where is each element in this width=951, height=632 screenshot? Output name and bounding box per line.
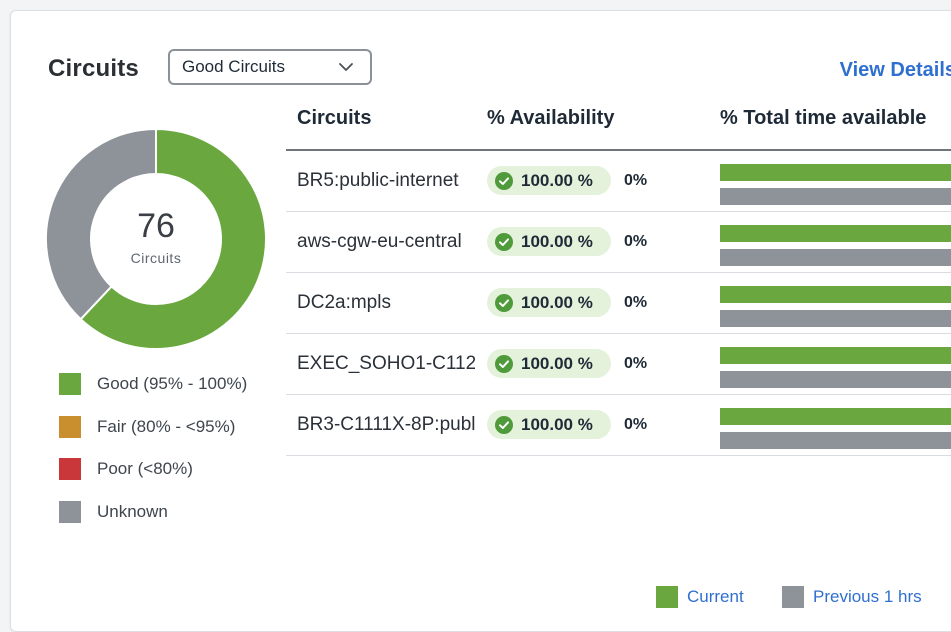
circuits-table: Circuits % Availability % Total time ava…	[286, 105, 951, 456]
legend-item-fair: Fair (80% - <95%)	[59, 415, 247, 438]
availability-value: 100.00 %	[521, 292, 593, 312]
availability-value: 100.00 %	[521, 353, 593, 373]
legend-swatch-unknown	[59, 500, 81, 523]
check-circle-icon	[495, 171, 513, 190]
legend-current[interactable]: Current	[656, 586, 744, 608]
column-header-total-time: % Total time available	[720, 107, 927, 129]
legend-swatch-good	[59, 373, 81, 395]
table-row[interactable]: EXEC_SOHO1-C1121 100.00 % 0%	[286, 334, 951, 395]
legend-label-poor: Poor (<80%)	[97, 459, 193, 478]
availability-change: 0%	[624, 233, 648, 250]
column-header-circuits: Circuits	[297, 107, 372, 129]
legend-swatch-poor	[59, 458, 81, 480]
availability-value: 100.00 %	[521, 231, 593, 251]
check-circle-icon	[495, 354, 513, 373]
legend-swatch-fair	[59, 415, 81, 438]
legend-label-unknown: Unknown	[97, 501, 168, 521]
availability-badge: 100.00 %	[487, 349, 611, 378]
circuit-name: DC2a:mpls	[297, 292, 391, 313]
availability-badge: 100.00 %	[487, 166, 611, 195]
availability-value: 100.00 %	[521, 170, 593, 190]
availability-change: 0%	[624, 294, 648, 311]
previous-time-bar	[720, 188, 951, 205]
table-row[interactable]: BR5:public-internet 100.00 % 0%	[286, 151, 951, 212]
column-header-availability: % Availability	[487, 107, 615, 129]
legend-swatch-current	[656, 586, 678, 608]
donut-total: 76	[137, 206, 175, 245]
donut-label: Circuits	[130, 249, 182, 266]
circuit-name: EXEC_SOHO1-C1121	[297, 353, 475, 374]
availability-value: 100.00 %	[521, 414, 593, 434]
circuits-donut-chart: 76 Circuits	[45, 127, 267, 350]
card-title: Circuits	[48, 55, 139, 82]
availability-badge: 100.00 %	[487, 227, 611, 256]
legend-previous[interactable]: Previous 1 hrs	[782, 586, 922, 608]
current-time-bar	[720, 408, 951, 425]
availability-change: 0%	[624, 355, 648, 372]
legend-item-poor: Poor (<80%)	[59, 458, 247, 480]
check-circle-icon	[495, 232, 513, 251]
current-time-bar	[720, 286, 951, 303]
table-row[interactable]: DC2a:mpls 100.00 % 0%	[286, 273, 951, 334]
availability-change: 0%	[624, 416, 648, 433]
legend-swatch-previous	[782, 586, 804, 608]
view-details-link[interactable]: View Details	[840, 59, 951, 82]
circuits-card: Circuits Good Circuits View Details 76 C…	[10, 10, 951, 632]
availability-change: 0%	[624, 172, 648, 189]
legend-label-fair: Fair (80% - <95%)	[97, 416, 236, 436]
legend-item-unknown: Unknown	[59, 500, 247, 523]
status-legend: Good (95% - 100%) Fair (80% - <95%) Poor…	[59, 373, 247, 543]
circuit-name: BR3-C1111X-8P:public	[297, 414, 475, 435]
current-time-bar	[720, 347, 951, 364]
check-circle-icon	[495, 293, 513, 312]
circuit-filter-dropdown[interactable]: Good Circuits	[168, 49, 372, 85]
table-header: Circuits % Availability % Total time ava…	[286, 105, 951, 151]
current-time-bar	[720, 164, 951, 181]
check-circle-icon	[495, 415, 513, 434]
table-row[interactable]: BR3-C1111X-8P:public 100.00 % 0%	[286, 395, 951, 456]
availability-badge: 100.00 %	[487, 410, 611, 439]
legend-item-good: Good (95% - 100%)	[59, 373, 247, 395]
dropdown-value: Good Circuits	[182, 57, 285, 76]
legend-label-current: Current	[687, 587, 744, 606]
donut-center: 76 Circuits	[46, 129, 266, 349]
circuit-name: aws-cgw-eu-central	[297, 231, 462, 252]
chevron-down-icon	[339, 63, 353, 71]
previous-time-bar	[720, 249, 951, 266]
legend-label-good: Good (95% - 100%)	[97, 374, 248, 393]
legend-label-previous: Previous 1 hrs	[813, 587, 922, 606]
circuit-name: BR5:public-internet	[297, 170, 459, 191]
previous-time-bar	[720, 310, 951, 327]
table-row[interactable]: aws-cgw-eu-central 100.00 % 0%	[286, 212, 951, 273]
availability-badge: 100.00 %	[487, 288, 611, 317]
current-time-bar	[720, 225, 951, 242]
previous-time-bar	[720, 432, 951, 449]
previous-time-bar	[720, 371, 951, 388]
